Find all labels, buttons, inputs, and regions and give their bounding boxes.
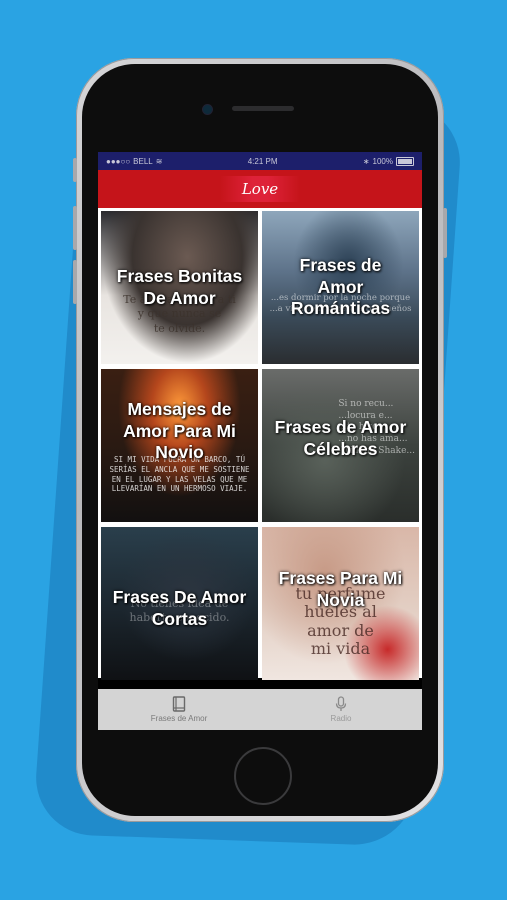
tab-radio[interactable]: Radio — [260, 689, 422, 730]
bluetooth-icon: ∗ — [362, 156, 370, 166]
tile-frases-bonitas[interactable]: Te amo a ti, solo a ti y que nunca se te… — [101, 211, 258, 364]
tile-frases-cortas[interactable]: No tienes idea de haberte conocido. Fras… — [101, 527, 258, 680]
tile-label: Mensajes de Amor Para Mi Novio — [123, 398, 236, 463]
tile-label: Frases De Amor Cortas — [112, 586, 247, 629]
power-button — [443, 208, 447, 258]
mute-switch — [73, 158, 77, 182]
tile-label: Frases Para Mi Novia — [278, 567, 403, 610]
status-bar: ●●●○○ BELL ≋ 4:21 PM ∗ 100% — [98, 152, 422, 170]
tab-label: Frases de Amor — [150, 714, 208, 723]
volume-down-button — [73, 260, 77, 304]
phone-bezel: ●●●○○ BELL ≋ 4:21 PM ∗ 100% Love Te amo … — [82, 64, 438, 816]
microphone-icon — [335, 696, 347, 711]
phone-frame: ●●●○○ BELL ≋ 4:21 PM ∗ 100% Love Te amo … — [73, 58, 447, 822]
wifi-icon: ≋ — [155, 156, 163, 166]
home-button[interactable] — [234, 747, 292, 805]
tile-frases-novia[interactable]: tu perfume hueles al amor de mi vida Fra… — [262, 527, 419, 680]
battery-percent: 100% — [372, 156, 393, 166]
tile-label: Frases de Amor Románticas — [290, 254, 391, 319]
stage: ●●●○○ BELL ≋ 4:21 PM ∗ 100% Love Te amo … — [0, 0, 507, 900]
app-screen: ●●●○○ BELL ≋ 4:21 PM ∗ 100% Love Te amo … — [98, 152, 422, 730]
camera-icon — [202, 104, 213, 115]
volume-up-button — [73, 206, 77, 250]
battery-icon — [395, 156, 414, 166]
category-grid: Te amo a ti, solo a ti y que nunca se te… — [98, 208, 422, 680]
tile-mensajes-novio[interactable]: SI MI VIDA FUERA UN BARCO, TÚ SERÍAS EL … — [101, 369, 258, 522]
tab-frases-de-amor[interactable]: Frases de Amor — [98, 689, 260, 730]
tile-label: Frases Bonitas De Amor — [116, 265, 243, 308]
tile-frases-celebres[interactable]: Si no recu... ...locura e... ...te hizo … — [262, 369, 419, 522]
carrier-label: BELL — [133, 156, 153, 166]
tile-frases-romanticas[interactable]: ...es dormir por la noche porque ...a vi… — [262, 211, 419, 364]
tab-label: Radio — [330, 714, 352, 723]
speaker-grille — [232, 106, 294, 111]
status-time: 4:21 PM — [247, 156, 278, 166]
book-icon — [172, 696, 186, 712]
bottom-tab-bar: Frases de Amor Radio — [98, 689, 422, 730]
app-header: Love — [98, 170, 422, 208]
signal-icon: ●●●○○ — [106, 156, 131, 166]
tile-label: Frases de Amor Célebres — [274, 416, 407, 459]
app-title: Love — [219, 176, 301, 202]
